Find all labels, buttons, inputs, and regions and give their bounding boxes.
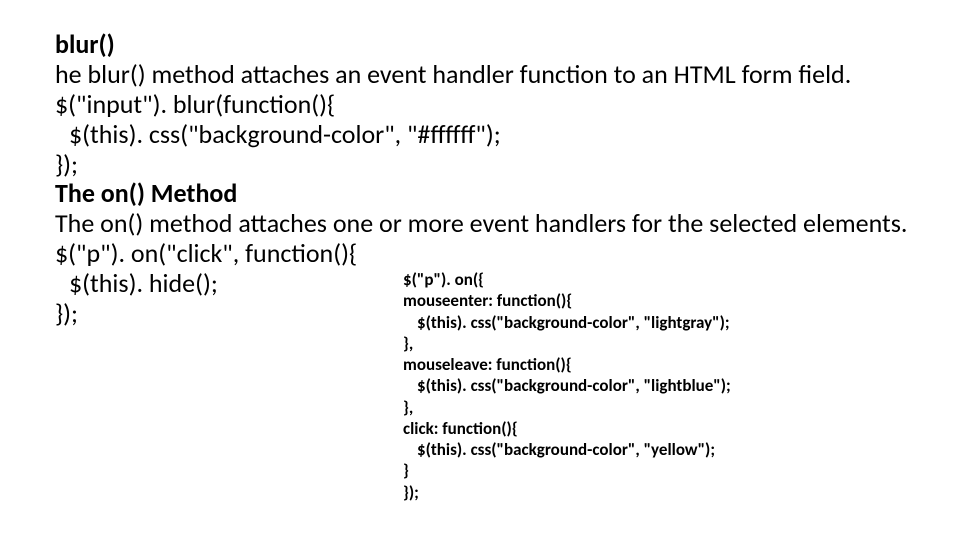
blur-code-line-3: }); bbox=[55, 150, 920, 180]
side-code-line-1: $("p"). on({ bbox=[403, 269, 731, 290]
side-code-line-9: $(this). css("background-color", "yellow… bbox=[403, 439, 731, 460]
mouseenter-fn: function(){ bbox=[497, 290, 572, 311]
mouseleave-label: mouseleave: bbox=[403, 354, 496, 375]
mouseenter-label: mouseenter: bbox=[403, 290, 497, 311]
side-code-line-8: click: function(){ bbox=[403, 418, 731, 439]
on-code-line-1: $("p"). on("click", function(){ bbox=[55, 239, 920, 269]
side-code-line-5: mouseleave: function(){ bbox=[403, 354, 731, 375]
blur-code-line-1: $("input"). blur(function(){ bbox=[55, 90, 920, 120]
side-code-block: $("p"). on({ mouseenter: function(){ $(t… bbox=[403, 269, 731, 503]
click-fn: function(){ bbox=[442, 418, 517, 439]
side-code-line-4: }, bbox=[403, 333, 731, 354]
side-code-line-3: $(this). css("background-color", "lightg… bbox=[403, 312, 731, 333]
on-method-description: The on() method attaches one or more eve… bbox=[55, 209, 920, 239]
side-code-line-2: mouseenter: function(){ bbox=[403, 290, 731, 311]
on-method-heading: The on() Method bbox=[55, 179, 920, 209]
side-code-line-7: }, bbox=[403, 397, 731, 418]
side-code-line-6: $(this). css("background-color", "lightb… bbox=[403, 375, 731, 396]
mouseleave-fn: function(){ bbox=[496, 354, 571, 375]
blur-code-line-2: $(this). css("background-color", "#fffff… bbox=[55, 120, 920, 150]
side-code-line-11: }); bbox=[403, 482, 731, 503]
side-code-line-10: } bbox=[403, 460, 731, 481]
click-label: click: bbox=[403, 418, 442, 439]
blur-heading: blur() bbox=[55, 30, 920, 60]
blur-description: he blur() method attaches an event handl… bbox=[55, 60, 920, 90]
